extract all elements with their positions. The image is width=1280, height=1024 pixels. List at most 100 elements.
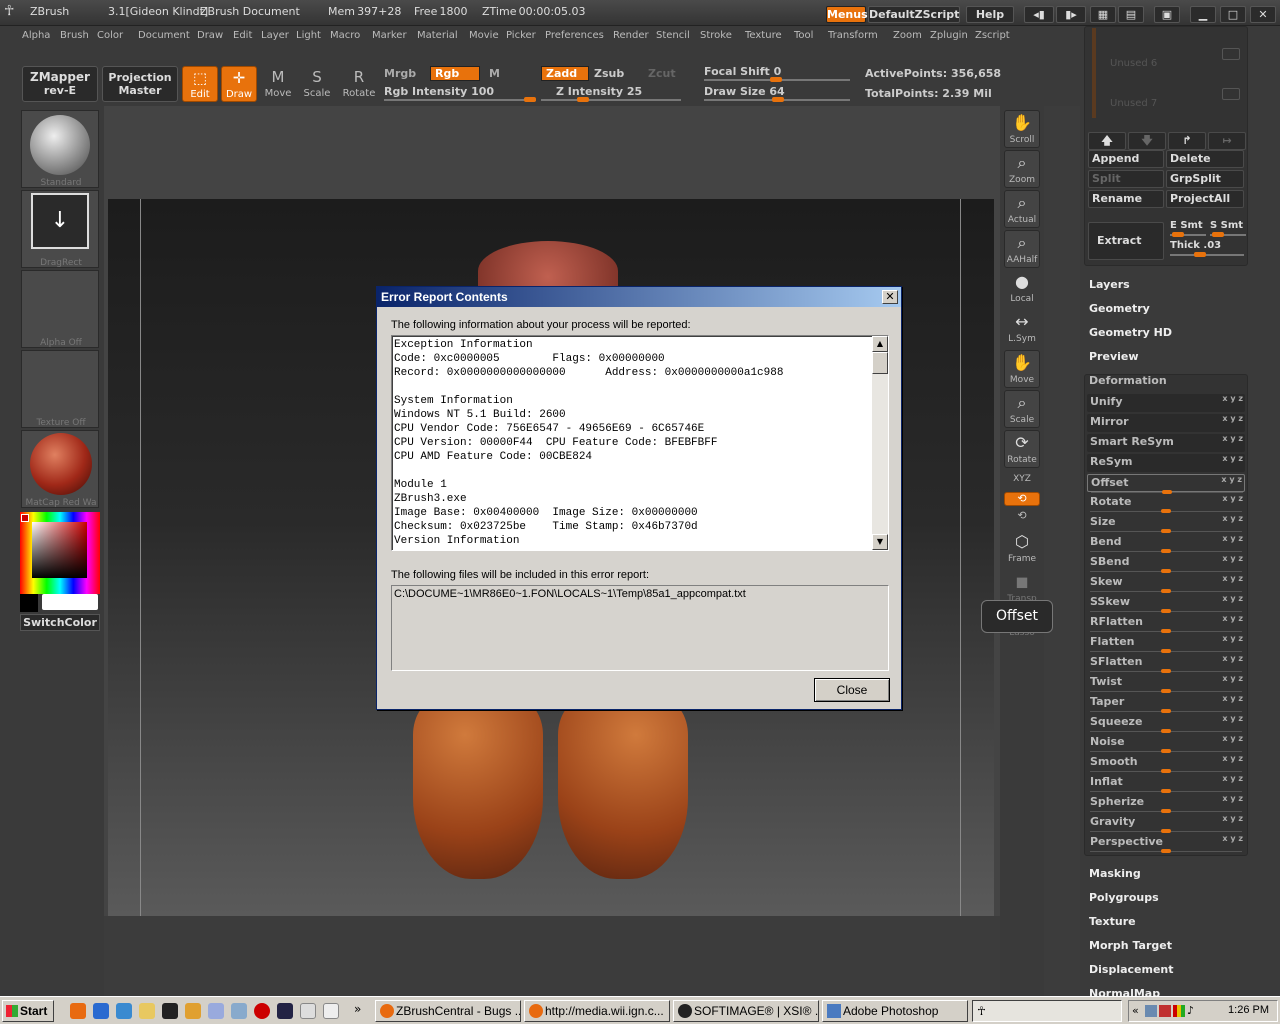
section-displacement[interactable]: Displacement — [1089, 963, 1174, 976]
deform-noise-knob[interactable] — [1161, 749, 1171, 753]
menu-movie[interactable]: Movie — [469, 30, 499, 41]
rgb-intensity-slider[interactable] — [384, 97, 536, 102]
e-smt-slider[interactable] — [1170, 232, 1206, 237]
section-morph-target[interactable]: Morph Target — [1089, 939, 1172, 952]
aahalf-button[interactable]: ⌕ AAHalf — [1004, 230, 1040, 268]
rgb-button[interactable]: Rgb — [430, 66, 480, 81]
menu-zplugin[interactable]: Zplugin — [930, 30, 968, 41]
color-square[interactable] — [32, 522, 87, 578]
deform-rotate-slider[interactable]: Rotate x y z — [1087, 494, 1245, 513]
tool-icon[interactable] — [185, 1003, 201, 1019]
menu-edit[interactable]: Edit — [233, 30, 252, 41]
start-button[interactable]: Start — [2, 1000, 54, 1022]
deform-squeeze-knob[interactable] — [1161, 729, 1171, 733]
axis-icon[interactable]: x y z — [1222, 814, 1243, 823]
deform-gravity-knob[interactable] — [1161, 829, 1171, 833]
section-preview[interactable]: Preview — [1089, 350, 1139, 363]
deform-spherize-slider[interactable]: Spherize x y z — [1087, 794, 1245, 813]
menu-preferences[interactable]: Preferences — [545, 30, 604, 41]
forward-arrow-button[interactable]: ↦ — [1208, 132, 1246, 150]
deform-taper-slider[interactable]: Taper x y z — [1087, 694, 1245, 713]
axis-icon[interactable]: x y z — [1222, 834, 1243, 843]
menu-transform[interactable]: Transform — [828, 30, 878, 41]
menu-alpha[interactable]: Alpha — [22, 30, 50, 41]
axis-icon[interactable]: x y z — [1222, 774, 1243, 783]
axis-icon[interactable]: x y z — [1222, 654, 1243, 663]
subtool-visibility-7[interactable] — [1222, 88, 1240, 100]
firefox-icon[interactable] — [70, 1003, 86, 1019]
axis-icon[interactable]: x y z — [1222, 714, 1243, 723]
axis-icon[interactable]: x y z — [1222, 754, 1243, 763]
axis-icon[interactable]: x y z — [1222, 514, 1243, 523]
photoshop-icon[interactable] — [277, 1003, 293, 1019]
folder-icon[interactable] — [139, 1003, 155, 1019]
deform-twist-slider[interactable]: Twist x y z — [1087, 674, 1245, 693]
menu-light[interactable]: Light — [296, 30, 321, 41]
section-geometry-hd[interactable]: Geometry HD — [1089, 326, 1172, 339]
scroll-right-icon[interactable]: ▮▸ — [1056, 6, 1086, 23]
file-path[interactable]: C:\DOCUME~1\MR86E0~1.FON\LOCALS~1\Temp\8… — [394, 588, 746, 600]
unify-button[interactable]: Unify x y z — [1087, 394, 1245, 412]
deform-size-slider[interactable]: Size x y z — [1087, 514, 1245, 533]
files-listbox[interactable]: C:\DOCUME~1\MR86E0~1.FON\LOCALS~1\Temp\8… — [391, 585, 889, 671]
menu-zscript[interactable]: Zscript — [975, 30, 1010, 41]
section-masking[interactable]: Masking — [1089, 867, 1141, 880]
color-picker[interactable] — [20, 512, 100, 594]
draw-size-knob[interactable] — [772, 97, 784, 102]
move-view-button[interactable]: ✋ Move — [1004, 350, 1040, 388]
grpsplit-button[interactable]: GrpSplit — [1166, 170, 1244, 188]
texture-thumb[interactable]: Texture Off — [21, 350, 99, 428]
menu-macro[interactable]: Macro — [330, 30, 360, 41]
mirror-button[interactable]: Mirror x y z — [1087, 414, 1245, 432]
menu-stencil[interactable]: Stencil — [656, 30, 690, 41]
deform-spherize-knob[interactable] — [1161, 809, 1171, 813]
draw-size-slider[interactable] — [704, 97, 850, 102]
axis-icon[interactable]: x y z — [1222, 634, 1243, 643]
axis-icon[interactable]: x y z — [1222, 494, 1243, 503]
xsi-icon[interactable] — [162, 1003, 178, 1019]
switch-color-button[interactable]: SwitchColor — [20, 614, 100, 631]
scroll-thumb[interactable] — [872, 352, 888, 374]
menu-material[interactable]: Material — [417, 30, 458, 41]
task-zbrushcentral[interactable]: ZBrushCentral - Bugs ... — [375, 1000, 521, 1022]
move-tool-button[interactable]: M Move — [260, 66, 296, 102]
deform-sbend-slider[interactable]: SBend x y z — [1087, 554, 1245, 573]
deform-inflat-knob[interactable] — [1161, 789, 1171, 793]
task-zbrush-active[interactable]: ☥ — [972, 1000, 1122, 1022]
section-texture[interactable]: Texture — [1089, 915, 1136, 928]
stroke-thumb[interactable]: ↓ DragRect — [21, 190, 99, 268]
menu-tool[interactable]: Tool — [794, 30, 813, 41]
deform-sskew-slider[interactable]: SSkew x y z — [1087, 594, 1245, 613]
menu-picker[interactable]: Picker — [506, 30, 536, 41]
zbrush-icon[interactable] — [323, 1003, 339, 1019]
zoom-button[interactable]: ⌕ Zoom — [1004, 150, 1040, 188]
subtool-unused-6[interactable]: Unused 6 — [1110, 58, 1157, 69]
axis-icon[interactable]: x y z — [1222, 694, 1243, 703]
deform-size-knob[interactable] — [1161, 529, 1171, 533]
xyz-button[interactable]: XYZ — [1004, 470, 1040, 490]
lsym-button[interactable]: ↔ L.Sym — [1004, 310, 1040, 348]
close-icon[interactable]: ✕ — [1250, 6, 1276, 23]
task-ign[interactable]: http://media.wii.ign.c... — [524, 1000, 670, 1022]
deform-squeeze-slider[interactable]: Squeeze x y z — [1087, 714, 1245, 733]
zscript-button[interactable]: DefaultZScript — [868, 6, 960, 23]
thick-slider[interactable] — [1170, 252, 1244, 257]
app-icon[interactable] — [231, 1003, 247, 1019]
scroll-left-icon[interactable]: ◂▮ — [1024, 6, 1054, 23]
menu-draw[interactable]: Draw — [197, 30, 223, 41]
deform-inflat-slider[interactable]: Inflat x y z — [1087, 774, 1245, 793]
smart-resym-button[interactable]: Smart ReSym x y z — [1087, 434, 1245, 452]
primary-color-swatch[interactable] — [42, 594, 98, 610]
deform-rflatten-knob[interactable] — [1161, 629, 1171, 633]
actual-button[interactable]: ⌕ Actual — [1004, 190, 1040, 228]
deform-sbend-knob[interactable] — [1161, 569, 1171, 573]
section-polygroups[interactable]: Polygroups — [1089, 891, 1159, 904]
section-normalmap[interactable]: NormalMap — [1089, 987, 1160, 996]
deform-twist-knob[interactable] — [1161, 689, 1171, 693]
deform-sflatten-knob[interactable] — [1161, 669, 1171, 673]
deform-rflatten-slider[interactable]: RFlatten x y z — [1087, 614, 1245, 633]
report-scrollbar[interactable]: ▲ ▼ — [872, 336, 888, 550]
menu-stroke[interactable]: Stroke — [700, 30, 732, 41]
projectall-button[interactable]: ProjectAll — [1166, 190, 1244, 208]
minimize-icon[interactable]: ▁ — [1190, 6, 1216, 23]
